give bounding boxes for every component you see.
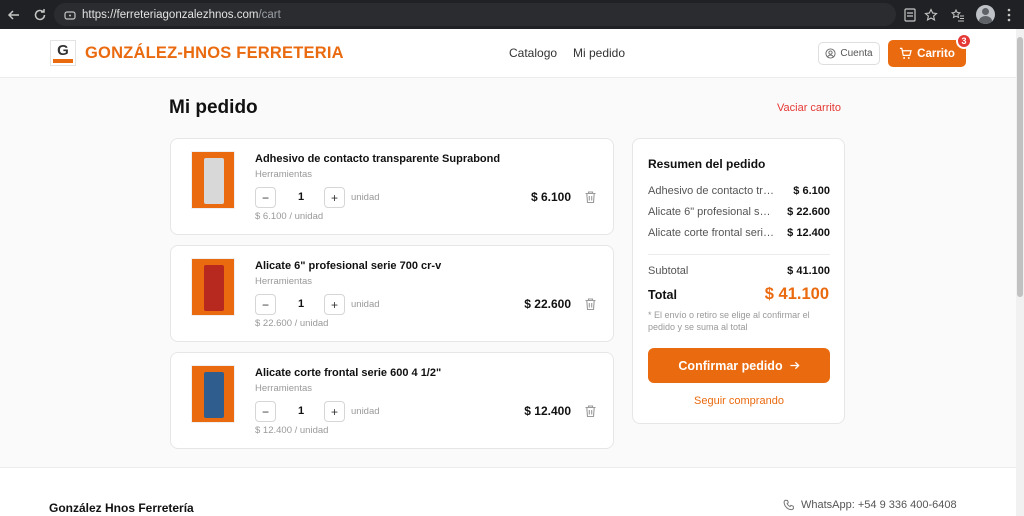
back-arrow-icon[interactable] xyxy=(4,5,24,25)
cart-item: Adhesivo de contacto transparente Suprab… xyxy=(170,138,614,235)
nav-catalogo[interactable]: Catalogo xyxy=(509,46,557,60)
product-image-shape xyxy=(204,265,224,311)
url-text: https://ferreteriagonzalezhnos.com/cart xyxy=(82,9,281,21)
cart-label: Carrito xyxy=(917,47,955,60)
total-label: Total xyxy=(648,288,677,302)
cart-button[interactable]: Carrito xyxy=(888,40,966,67)
decrease-qty-button[interactable]: − xyxy=(255,401,276,422)
product-image-shape xyxy=(204,372,224,418)
trash-icon[interactable] xyxy=(584,404,598,418)
increase-qty-button[interactable]: + xyxy=(324,294,345,315)
summary-line: Alicate 6" profesional serie 700 cr-v $ … xyxy=(648,206,830,218)
continue-shopping-link[interactable]: Seguir comprando xyxy=(648,395,830,407)
site-header: G GONZÁLEZ-HNOS FERRETERIA Catalogo Mi p… xyxy=(0,29,1016,78)
line-price: $ 22.600 xyxy=(524,297,571,311)
cart-icon xyxy=(899,47,913,60)
url-path: /cart xyxy=(258,8,281,21)
account-label: Cuenta xyxy=(840,48,873,59)
line-price: $ 6.100 xyxy=(530,190,571,204)
summary-line-label: Alicate 6" profesional serie 700 cr-v xyxy=(648,206,776,218)
scrollbar-thumb[interactable] xyxy=(1017,37,1023,297)
summary-line-value: $ 12.400 xyxy=(787,227,830,239)
product-category: Herramientas xyxy=(255,383,313,394)
decrease-qty-button[interactable]: − xyxy=(255,187,276,208)
subtotal-value: $ 41.100 xyxy=(787,265,830,277)
unit-price: $ 12.400 / unidad xyxy=(255,425,329,436)
arrow-right-icon xyxy=(789,360,800,371)
shipping-note: * El envío o retiro se elige al confirma… xyxy=(648,310,810,332)
more-options-icon[interactable] xyxy=(999,5,1019,25)
account-button[interactable]: Cuenta xyxy=(818,42,880,65)
summary-line: Adhesivo de contacto transparente Suprab… xyxy=(648,185,830,197)
product-name[interactable]: Adhesivo de contacto transparente Suprab… xyxy=(255,153,500,165)
cart-item: Alicate 6" profesional serie 700 cr-v He… xyxy=(170,245,614,342)
total-value: $ 41.100 xyxy=(764,285,829,303)
page-title: Mi pedido xyxy=(169,97,258,118)
subtotal-row: Subtotal $ 41.100 xyxy=(648,265,830,277)
logo-strip xyxy=(53,59,73,63)
site-footer: González Hnos Ferretería WhatsApp: +54 9… xyxy=(0,467,1016,516)
confirm-order-label: Confirmar pedido xyxy=(678,358,783,373)
reload-icon[interactable] xyxy=(30,5,50,25)
summary-line: Alicate corte frontal serie 600 4 1/2" $… xyxy=(648,227,830,239)
product-image[interactable] xyxy=(191,365,235,423)
favorite-star-icon[interactable] xyxy=(921,5,941,25)
reader-mode-icon[interactable] xyxy=(900,5,920,25)
product-category: Herramientas xyxy=(255,169,313,180)
qty-value: 1 xyxy=(297,191,305,203)
site-info-icon[interactable] xyxy=(64,9,76,21)
whatsapp-number: WhatsApp: +54 9 336 400-6408 xyxy=(801,499,957,511)
page-viewport: G GONZÁLEZ-HNOS FERRETERIA Catalogo Mi p… xyxy=(0,29,1016,516)
order-summary: Resumen del pedido Adhesivo de contacto … xyxy=(632,138,845,424)
summary-line-label: Adhesivo de contacto transparente Suprab… xyxy=(648,185,776,197)
user-icon xyxy=(825,48,836,59)
cart-count-badge: 3 xyxy=(956,33,972,49)
decrease-qty-button[interactable]: − xyxy=(255,294,276,315)
brand-name[interactable]: GONZÁLEZ-HNOS FERRETERIA xyxy=(85,44,344,63)
summary-line-value: $ 22.600 xyxy=(787,206,830,218)
summary-title: Resumen del pedido xyxy=(648,157,766,171)
qty-value: 1 xyxy=(297,298,305,310)
summary-line-label: Alicate corte frontal serie 600 4 1/2" xyxy=(648,227,776,239)
unit-price: $ 6.100 / unidad xyxy=(255,211,324,222)
product-name[interactable]: Alicate corte frontal serie 600 4 1/2" xyxy=(255,367,441,379)
page-scrollbar[interactable] xyxy=(1016,29,1024,516)
clear-cart-link[interactable]: Vaciar carrito xyxy=(777,102,841,114)
browser-toolbar: https://ferreteriagonzalezhnos.com/cart xyxy=(0,0,1024,29)
trash-icon[interactable] xyxy=(584,297,598,311)
summary-divider xyxy=(648,254,830,255)
qty-value: 1 xyxy=(297,405,305,417)
qty-unit: unidad xyxy=(351,406,380,417)
product-image-shape xyxy=(204,158,224,204)
phone-icon xyxy=(783,499,795,511)
logo[interactable]: G xyxy=(50,40,76,66)
favorites-list-icon[interactable] xyxy=(948,5,968,25)
footer-brand: González Hnos Ferretería xyxy=(49,501,194,515)
url-host: https://ferreteriagonzalezhnos.com xyxy=(82,8,259,21)
address-bar[interactable]: https://ferreteriagonzalezhnos.com/cart xyxy=(54,3,896,26)
product-image[interactable] xyxy=(191,258,235,316)
whatsapp-contact[interactable]: WhatsApp: +54 9 336 400-6408 xyxy=(783,499,957,511)
profile-avatar[interactable] xyxy=(976,5,995,24)
increase-qty-button[interactable]: + xyxy=(324,401,345,422)
confirm-order-button[interactable]: Confirmar pedido xyxy=(648,348,830,383)
qty-unit: unidad xyxy=(351,192,380,203)
nav-mi-pedido[interactable]: Mi pedido xyxy=(573,46,625,60)
unit-price: $ 22.600 / unidad xyxy=(255,318,329,329)
cart-item: Alicate corte frontal serie 600 4 1/2" H… xyxy=(170,352,614,449)
product-name[interactable]: Alicate 6" profesional serie 700 cr-v xyxy=(255,260,441,272)
line-price: $ 12.400 xyxy=(524,404,571,418)
product-category: Herramientas xyxy=(255,276,313,287)
subtotal-label: Subtotal xyxy=(648,265,689,277)
qty-unit: unidad xyxy=(351,299,380,310)
summary-line-value: $ 6.100 xyxy=(793,185,830,197)
trash-icon[interactable] xyxy=(584,190,598,204)
increase-qty-button[interactable]: + xyxy=(324,187,345,208)
logo-letter: G xyxy=(57,42,69,59)
product-image[interactable] xyxy=(191,151,235,209)
